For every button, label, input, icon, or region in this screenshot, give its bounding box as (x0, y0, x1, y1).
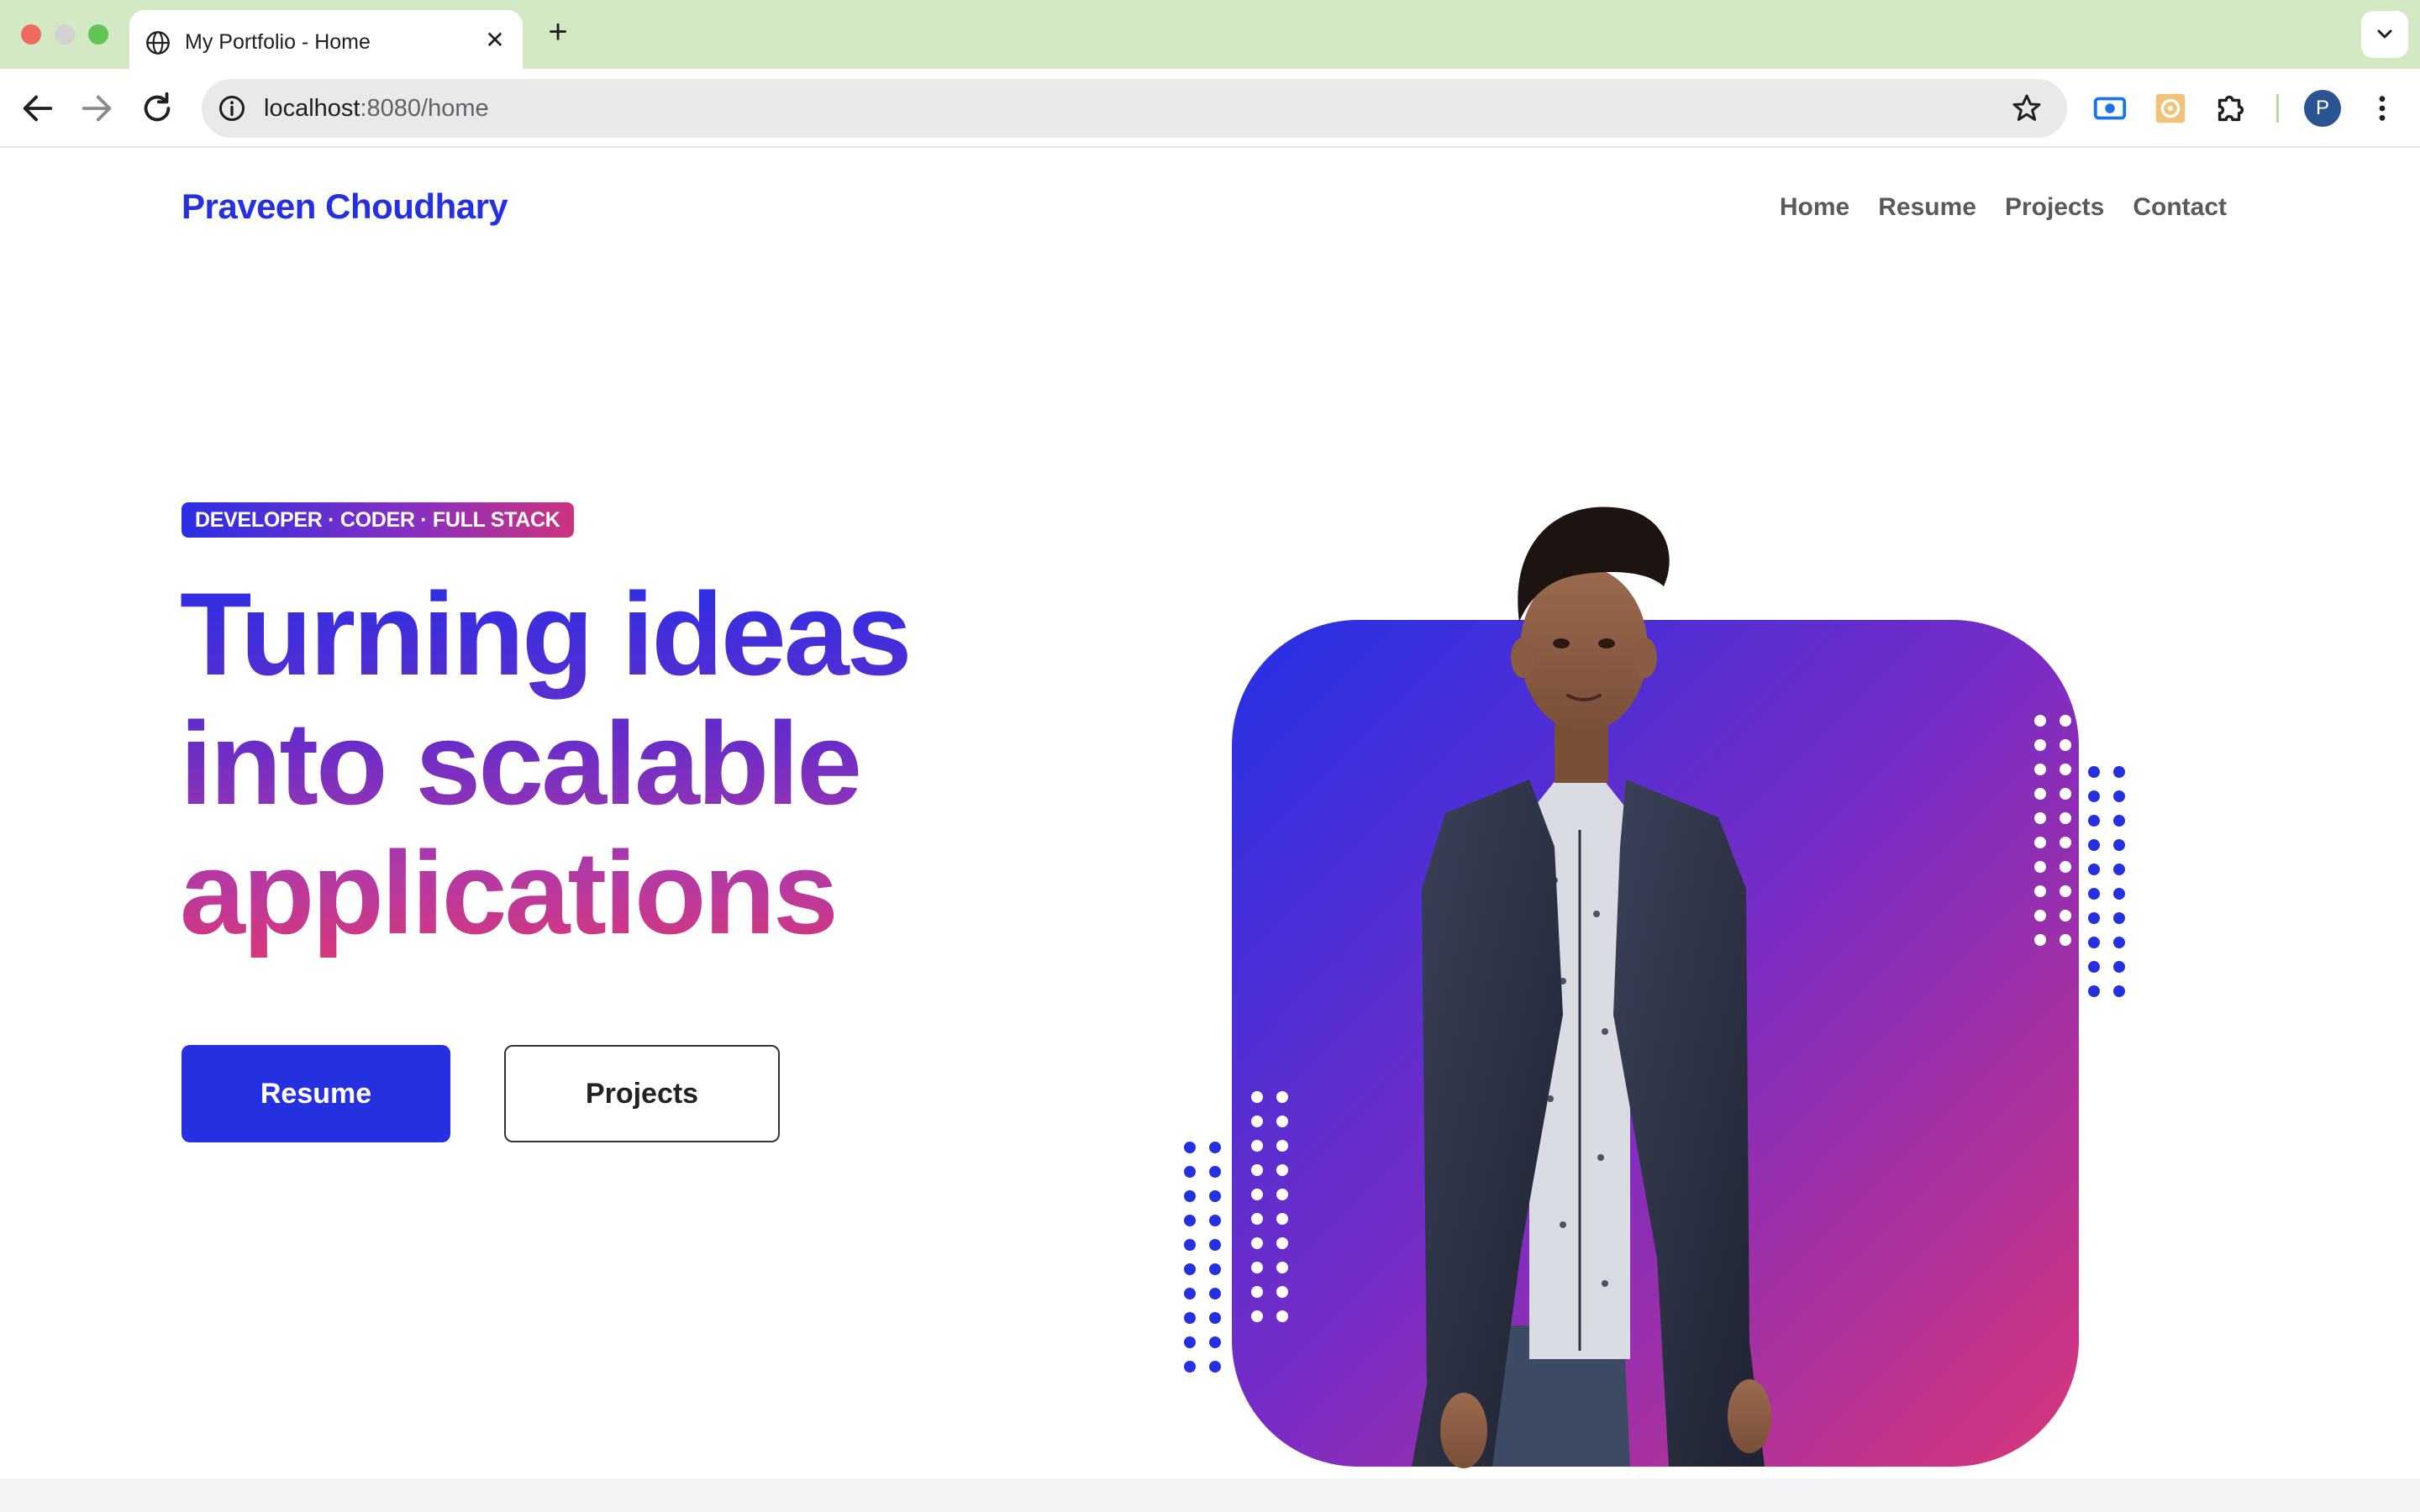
new-tab-button[interactable]: + (541, 15, 575, 50)
maximize-window-button[interactable] (88, 24, 108, 45)
browser-toolbar: localhost:8080/home P (0, 69, 2420, 148)
projects-button[interactable]: Projects (504, 1045, 780, 1142)
back-icon[interactable] (18, 89, 57, 128)
tab-close-icon[interactable]: ✕ (482, 28, 508, 53)
forward-icon[interactable] (77, 89, 116, 128)
chevron-down-icon (2377, 29, 2392, 39)
star-icon[interactable] (2010, 92, 2044, 125)
tab-title: My Portfolio - Home (185, 30, 371, 54)
site-nav: Home Resume Projects Contact (1780, 193, 2227, 222)
dot-grid-blue-right (2088, 766, 2125, 997)
nav-link-projects[interactable]: Projects (2005, 193, 2104, 222)
profile-avatar[interactable]: P (2304, 90, 2341, 127)
role-badge: DEVELOPER · CODER · FULL STACK (182, 502, 574, 538)
resume-button[interactable]: Resume (182, 1045, 450, 1142)
dot-grid-blue-left (1184, 1142, 1221, 1373)
footer-strip (0, 1478, 2420, 1512)
url-path: :8080/home (360, 95, 489, 122)
hero-illustration (1184, 507, 2125, 1468)
close-window-button[interactable] (21, 24, 41, 45)
minimize-window-button[interactable] (55, 24, 75, 45)
address-bar[interactable]: localhost:8080/home (202, 79, 2067, 138)
screen-capture-extension-icon[interactable] (2091, 89, 2129, 128)
nav-link-resume[interactable]: Resume (1878, 193, 1976, 222)
site-brand[interactable]: Praveen Choudhary (182, 186, 508, 227)
globe-icon (146, 31, 170, 55)
url-text[interactable]: localhost:8080/home (264, 95, 489, 123)
tab-search-button[interactable] (2361, 11, 2408, 58)
info-icon[interactable] (217, 93, 247, 123)
toolbar-divider (2276, 94, 2279, 123)
browser-tab-active[interactable]: My Portfolio - Home ✕ (129, 10, 523, 69)
nav-link-home[interactable]: Home (1780, 193, 1849, 222)
nav-link-contact[interactable]: Contact (2133, 193, 2227, 222)
reload-icon[interactable] (138, 89, 176, 128)
headline-line-1: Turning ideas (180, 568, 910, 700)
headline-line-3: applications (180, 827, 836, 958)
page-content: Praveen Choudhary Home Resume Projects C… (0, 150, 2420, 1512)
headline-line-2: into scalable (180, 697, 860, 829)
extension-icon[interactable] (2151, 89, 2190, 128)
browser-tab-bar: My Portfolio - Home ✕ + (0, 0, 2420, 69)
hero-headline: Turning ideas into scalable applications (180, 570, 1020, 958)
kebab-menu-icon[interactable] (2368, 89, 2396, 128)
puzzle-icon[interactable] (2212, 89, 2250, 128)
url-host: localhost (264, 95, 360, 122)
